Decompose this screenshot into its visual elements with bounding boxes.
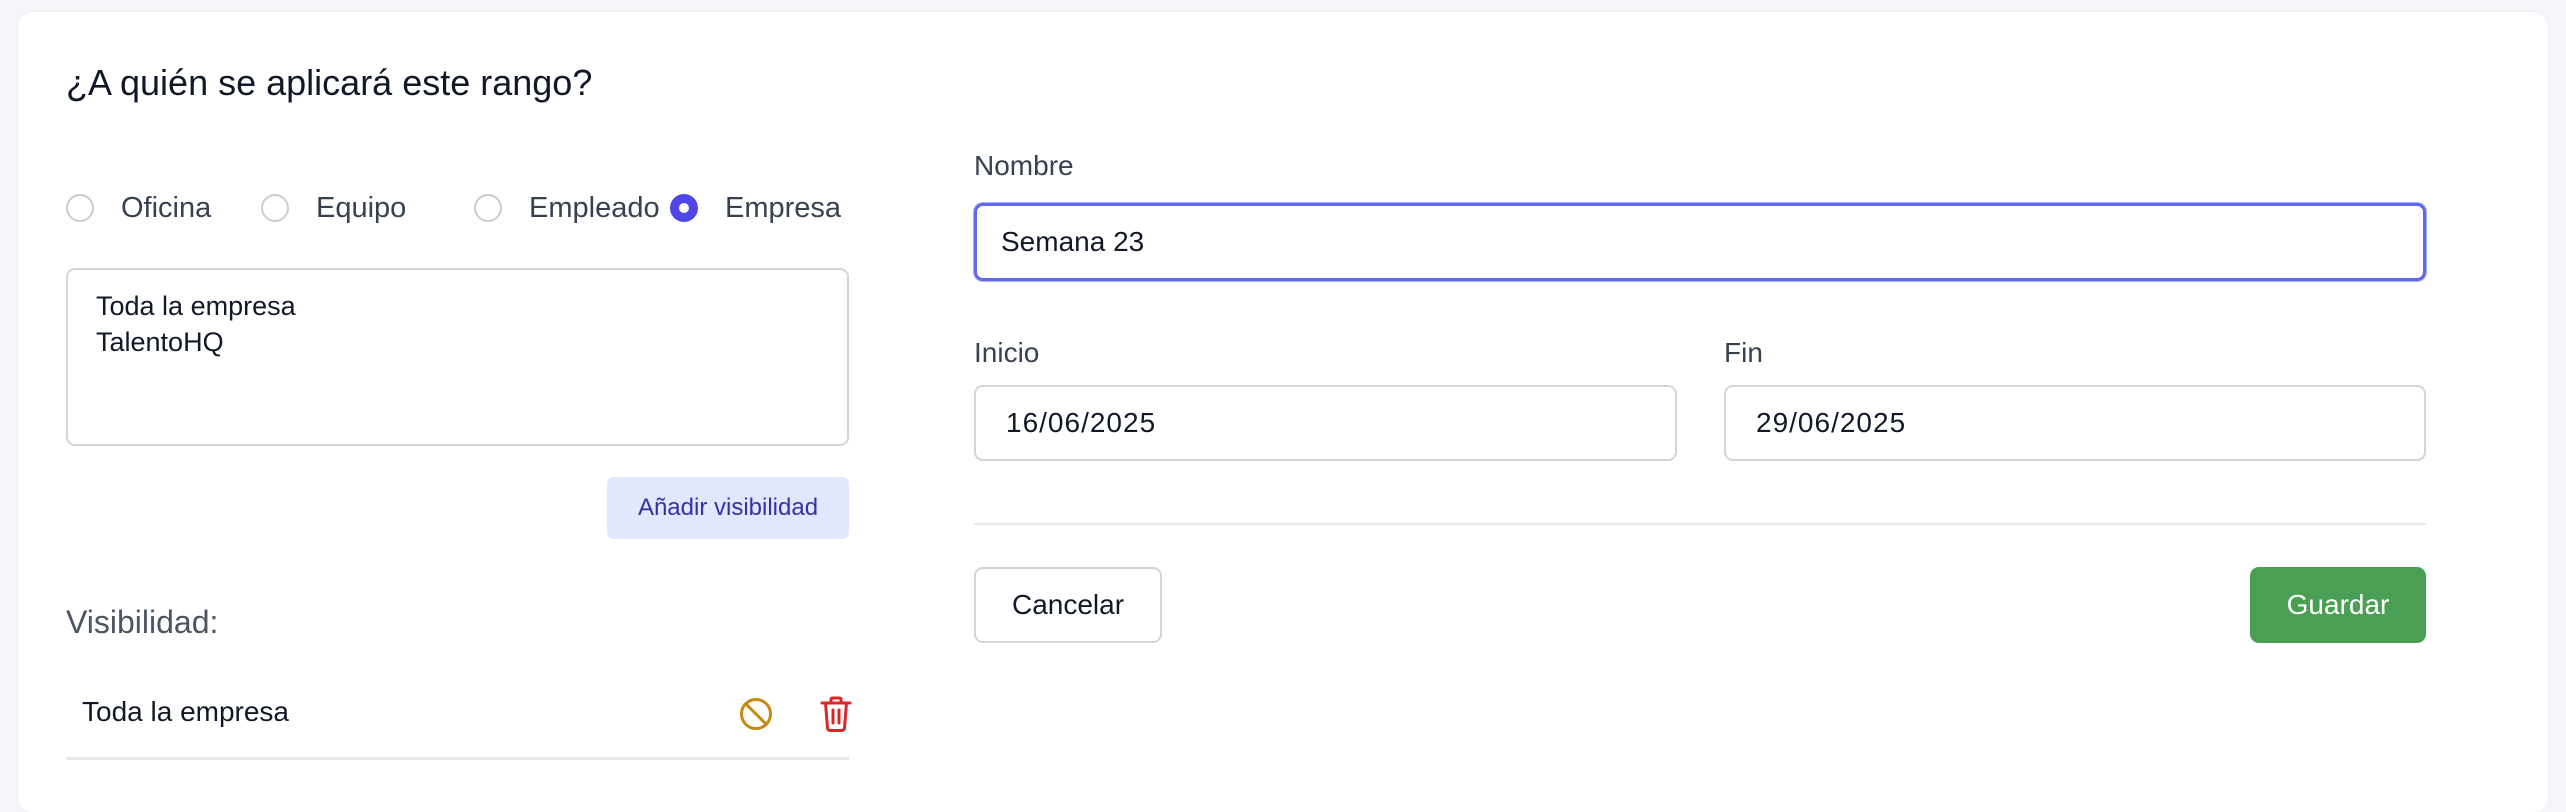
section-title: ¿A quién se aplicará este rango? bbox=[66, 62, 593, 103]
radio-empleado[interactable]: Empleado bbox=[474, 188, 660, 228]
scope-selection-box[interactable]: Toda la empresa TalentoHQ bbox=[66, 268, 849, 446]
cancel-button[interactable]: Cancelar bbox=[974, 567, 1162, 643]
radio-oficina[interactable]: Oficina bbox=[66, 188, 211, 228]
trash-icon[interactable] bbox=[818, 694, 854, 734]
radio-circle[interactable] bbox=[261, 194, 289, 222]
visibility-title: Visibilidad: bbox=[66, 604, 219, 640]
radio-label: Empleado bbox=[529, 191, 660, 224]
radio-label: Oficina bbox=[121, 191, 212, 224]
start-date-label: Inicio bbox=[974, 337, 1040, 368]
range-card: ¿A quién se aplicará este rango? Oficina… bbox=[18, 12, 2548, 812]
radio-label: Equipo bbox=[316, 191, 407, 224]
radio-circle[interactable] bbox=[474, 194, 502, 222]
add-visibility-button[interactable]: Añadir visibilidad bbox=[607, 477, 849, 539]
radio-equipo[interactable]: Equipo bbox=[261, 188, 406, 228]
visibility-item: Toda la empresa bbox=[66, 674, 852, 760]
visibility-item-label: Toda la empresa bbox=[82, 696, 290, 727]
start-date-input[interactable]: 16/06/2025 bbox=[974, 385, 1677, 461]
name-input[interactable]: Semana 23 bbox=[974, 203, 2426, 281]
selection-line: Toda la empresa bbox=[96, 291, 296, 321]
radio-circle[interactable] bbox=[66, 194, 94, 222]
end-date-input[interactable]: 29/06/2025 bbox=[1724, 385, 2426, 461]
selection-line: TalentoHQ bbox=[96, 327, 224, 357]
radio-empresa[interactable]: Empresa bbox=[670, 188, 841, 228]
form-divider bbox=[974, 523, 2426, 525]
save-button[interactable]: Guardar bbox=[2250, 567, 2426, 643]
name-label: Nombre bbox=[974, 150, 1074, 181]
radio-label: Empresa bbox=[725, 191, 842, 224]
ban-icon[interactable] bbox=[736, 694, 776, 734]
end-date-label: Fin bbox=[1724, 337, 1763, 368]
radio-circle[interactable] bbox=[670, 194, 698, 222]
